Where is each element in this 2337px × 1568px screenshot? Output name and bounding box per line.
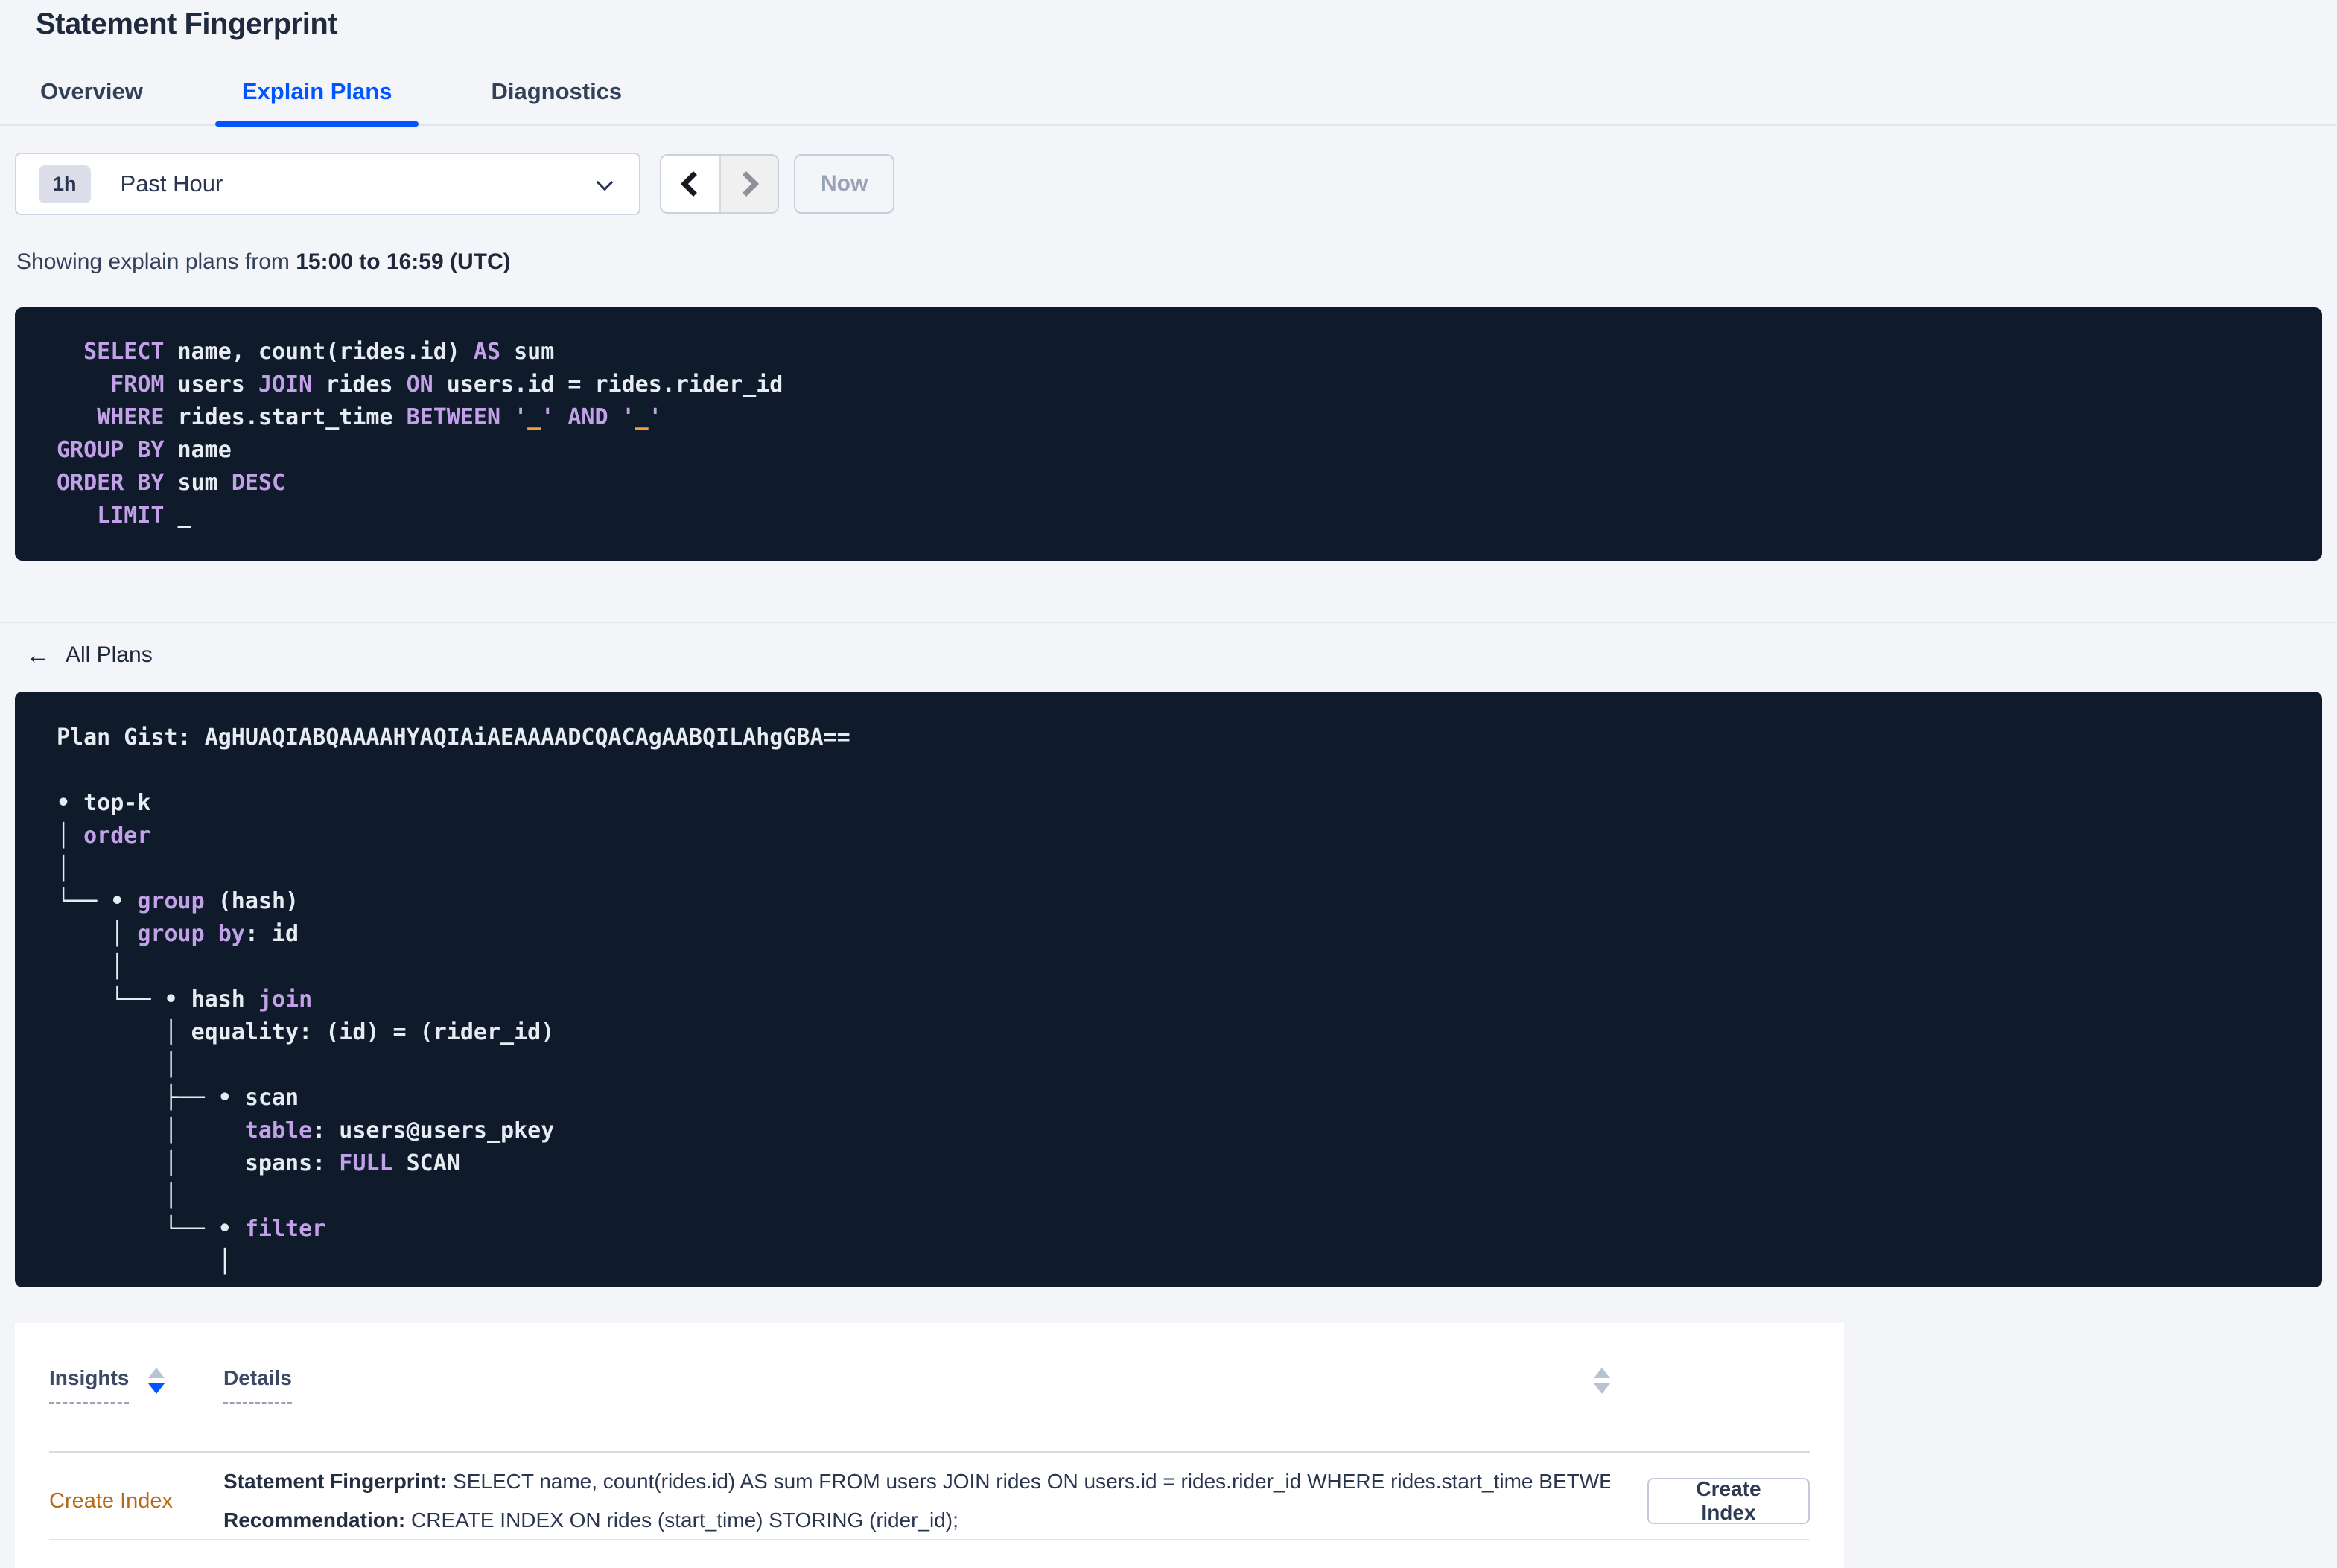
insights-table-header: Insights Details bbox=[49, 1366, 1810, 1453]
sort-icon-details[interactable] bbox=[1594, 1368, 1610, 1394]
plan-gist-label: Plan Gist: bbox=[57, 724, 205, 750]
detail-statement-label: Statement Fingerprint: bbox=[223, 1470, 448, 1493]
sort-up-arrow-icon bbox=[148, 1368, 165, 1378]
tab-diagnostics[interactable]: Diagnostics bbox=[489, 66, 623, 124]
time-picker-row: 1h Past Hour Now bbox=[15, 153, 2337, 215]
tab-explain-plans[interactable]: Explain Plans bbox=[214, 66, 419, 127]
sql-code: SELECT name, count(rides.id) AS sum FROM… bbox=[57, 339, 783, 529]
detail-recommendation-text: CREATE INDEX ON rides (start_time) STORI… bbox=[405, 1508, 958, 1532]
insight-action-cell: Create Index bbox=[1610, 1477, 1810, 1524]
insight-row: Create Index Statement Fingerprint: SELE… bbox=[49, 1453, 1810, 1540]
showing-range-text: Showing explain plans from 15:00 to 16:5… bbox=[16, 249, 2337, 275]
details-header-label[interactable]: Details bbox=[223, 1366, 292, 1404]
all-plans-label: All Plans bbox=[66, 643, 153, 667]
page-title: Statement Fingerprint bbox=[36, 7, 338, 40]
insights-card: Insights Details Create Index Statement … bbox=[15, 1323, 1844, 1568]
chevron-left-icon bbox=[681, 171, 706, 197]
tab-overview[interactable]: Overview bbox=[39, 66, 144, 124]
next-time-button[interactable] bbox=[719, 156, 778, 212]
sort-down-arrow-icon bbox=[1594, 1383, 1610, 1394]
prev-time-button[interactable] bbox=[661, 156, 719, 212]
sort-down-arrow-icon bbox=[148, 1383, 165, 1394]
time-nav-group bbox=[660, 154, 779, 214]
tab-bar: Overview Explain Plans Diagnostics bbox=[0, 66, 2337, 127]
plan-gist-line: Plan Gist: AgHUAQIABQAAAAHYAQIAiAEAAAADC… bbox=[57, 721, 2322, 754]
sql-statement-block: SELECT name, count(rides.id) AS sum FROM… bbox=[15, 307, 2322, 561]
plan-gist-value: AgHUAQIABQAAAAHYAQIAiAEAAAADCQACAgAABQIL… bbox=[204, 724, 850, 750]
detail-statement-text: SELECT name, count(rides.id) AS sum FROM… bbox=[447, 1470, 1610, 1493]
time-interval-label: Past Hour bbox=[120, 170, 223, 197]
create-index-button[interactable]: Create Index bbox=[1647, 1477, 1810, 1524]
showing-range-bold: 15:00 to 16:59 (UTC) bbox=[296, 249, 511, 274]
detail-recommendation-line: Recommendation: CREATE INDEX ON rides (s… bbox=[223, 1501, 1610, 1540]
plan-tree: • top-k │ order │ └── • group (hash) │ grou… bbox=[57, 790, 555, 1275]
sort-icon-insights[interactable] bbox=[148, 1368, 165, 1394]
chevron-down-icon bbox=[596, 173, 614, 191]
insights-column-header: Insights bbox=[49, 1366, 223, 1404]
details-column-header: Details bbox=[223, 1366, 1610, 1404]
insight-type-link[interactable]: Create Index bbox=[49, 1489, 173, 1513]
plan-gist-block: Plan Gist: AgHUAQIABQAAAAHYAQIAiAEAAAADC… bbox=[15, 692, 2322, 1287]
statement-fingerprint-page: Statement Fingerprint Overview Explain P… bbox=[0, 0, 2337, 1568]
detail-statement-line: Statement Fingerprint: SELECT name, coun… bbox=[223, 1462, 1610, 1501]
now-button[interactable]: Now bbox=[794, 154, 895, 214]
interval-badge: 1h bbox=[39, 165, 91, 203]
insight-type-cell: Create Index bbox=[49, 1489, 223, 1514]
insights-header-label[interactable]: Insights bbox=[49, 1366, 130, 1404]
detail-recommendation-label: Recommendation: bbox=[223, 1508, 406, 1532]
all-plans-link[interactable]: ← All Plans bbox=[25, 643, 153, 668]
insight-details-cell: Statement Fingerprint: SELECT name, coun… bbox=[223, 1462, 1610, 1540]
sort-up-arrow-icon bbox=[1594, 1368, 1610, 1378]
chevron-right-icon bbox=[734, 171, 759, 197]
time-interval-dropdown[interactable]: 1h Past Hour bbox=[15, 153, 640, 215]
section-divider bbox=[0, 622, 2337, 623]
arrow-left-icon: ← bbox=[25, 641, 51, 669]
showing-range-prefix: Showing explain plans from bbox=[16, 249, 296, 274]
